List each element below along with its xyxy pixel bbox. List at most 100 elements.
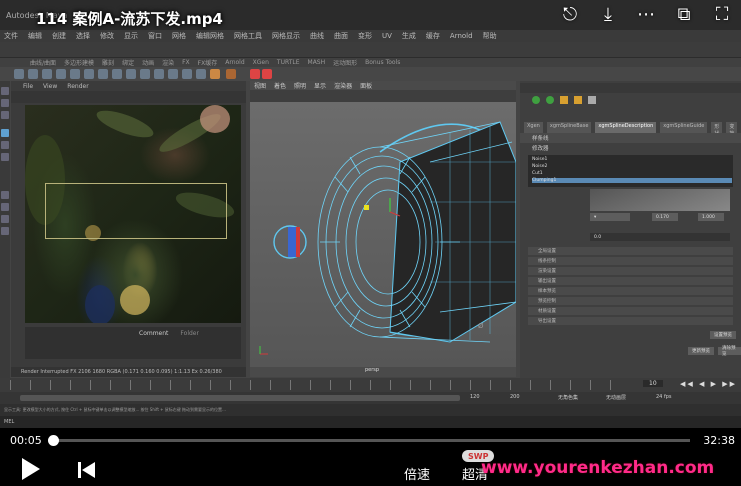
- cylinder-icon[interactable]: [84, 69, 94, 79]
- torus-icon[interactable]: [98, 69, 108, 79]
- menu-item[interactable]: 窗口: [148, 31, 162, 41]
- move-tool-icon[interactable]: [1, 129, 9, 137]
- menu-item[interactable]: 文件: [4, 31, 18, 41]
- curve-tool-icon[interactable]: [28, 69, 38, 79]
- loft-icon[interactable]: [126, 69, 136, 79]
- range-end-field[interactable]: 120: [470, 394, 480, 400]
- interactive-groom-icon[interactable]: [226, 69, 236, 79]
- range-total-field[interactable]: 200: [510, 394, 520, 400]
- collapsible-section[interactable]: 预览控制: [528, 297, 733, 305]
- collapsible-section[interactable]: 输出设置: [528, 277, 733, 285]
- fullscreen-icon[interactable]: ⛶: [711, 4, 733, 26]
- shelf-tab[interactable]: 多边形建模: [64, 58, 94, 67]
- mirror-icon[interactable]: [196, 69, 206, 79]
- ramp-curve[interactable]: [590, 189, 730, 211]
- menu-item[interactable]: 网格显示: [272, 31, 300, 41]
- tab-comment[interactable]: Comment: [139, 330, 168, 337]
- menu-item[interactable]: 编辑网格: [196, 31, 224, 41]
- lasso-tool-icon[interactable]: [1, 99, 9, 107]
- current-frame-field[interactable]: 10: [643, 380, 663, 387]
- collapsible-section[interactable]: 样本预览: [528, 287, 733, 295]
- shelf-tab[interactable]: Bonus Tools: [365, 59, 400, 66]
- tab-folder[interactable]: Folder: [180, 330, 199, 337]
- cube-icon[interactable]: [70, 69, 80, 79]
- time-slider[interactable]: 10 ◀◀ ◀ ▶ ▶▶: [0, 378, 741, 392]
- xgen-paint-icon[interactable]: [560, 96, 568, 104]
- progress-knob[interactable]: [48, 435, 60, 446]
- menu-item[interactable]: 网格工具: [234, 31, 262, 41]
- shelf-tab[interactable]: 渲染: [162, 58, 174, 67]
- collapsible-section[interactable]: 渲染设置: [528, 267, 733, 275]
- layout-stack-icon[interactable]: [1, 227, 9, 235]
- clear-preview-button[interactable]: 清除预览: [718, 346, 741, 357]
- collapsible-section[interactable]: 材质设置: [528, 307, 733, 315]
- collapsible-section[interactable]: 导出设置: [528, 317, 733, 325]
- select-tool-icon[interactable]: [1, 87, 9, 95]
- shelf-tab[interactable]: 曲线/曲面: [30, 58, 56, 67]
- menu-item[interactable]: 显示: [124, 31, 138, 41]
- character-set-dropdown[interactable]: 无角色集: [558, 394, 578, 401]
- progress-bar[interactable]: [48, 435, 690, 446]
- fps-dropdown[interactable]: 24 fps: [656, 394, 672, 400]
- shelf-tab[interactable]: 雕刻: [102, 58, 114, 67]
- menu-item[interactable]: 生成: [402, 31, 416, 41]
- menu-item[interactable]: 修改: [100, 31, 114, 41]
- move-pivot-icon[interactable]: [250, 69, 260, 79]
- menu-item[interactable]: 选择: [76, 31, 90, 41]
- layout-side-icon[interactable]: [1, 215, 9, 223]
- menu-item[interactable]: 编辑: [28, 31, 42, 41]
- play-icon[interactable]: [22, 458, 40, 480]
- scale-tool-icon[interactable]: [1, 153, 9, 161]
- combine-icon[interactable]: [168, 69, 178, 79]
- anim-layer-dropdown[interactable]: 无动画层: [606, 394, 626, 401]
- ramp-interp-dropdown[interactable]: ▾: [590, 213, 630, 221]
- menu-item[interactable]: 创建: [52, 31, 66, 41]
- pip-icon[interactable]: ⧉: [673, 4, 695, 26]
- share-icon[interactable]: ⎋: [559, 4, 581, 26]
- playback-controls[interactable]: ◀◀ ◀ ▶ ▶▶: [680, 380, 737, 388]
- list-item-selected[interactable]: Clumping1: [532, 178, 732, 183]
- shelf-tab[interactable]: MASH: [308, 59, 326, 66]
- shelf-tab[interactable]: FX缓存: [198, 58, 218, 67]
- setup-preview-button[interactable]: 设置预览: [710, 331, 736, 339]
- menu-item[interactable]: 曲面: [334, 31, 348, 41]
- render-menu-item[interactable]: View: [43, 83, 57, 90]
- download-icon[interactable]: ⤓: [597, 4, 619, 26]
- cv-curve-icon[interactable]: [42, 69, 52, 79]
- render-notes-area[interactable]: [25, 327, 241, 359]
- render-menu-item[interactable]: Render: [67, 83, 88, 90]
- xgen-green-icon[interactable]: [532, 96, 540, 104]
- menu-item[interactable]: 缓存: [426, 31, 440, 41]
- shelf-tab[interactable]: FX: [182, 59, 190, 66]
- wireframe-tube[interactable]: Ø: [250, 102, 516, 367]
- section-spline[interactable]: 样条线: [520, 133, 741, 143]
- range-bar[interactable]: [20, 395, 460, 401]
- curve-tool-icon[interactable]: [14, 69, 24, 79]
- rotate-tool-icon[interactable]: [1, 141, 9, 149]
- viewport-menu-item[interactable]: 面板: [360, 81, 372, 90]
- command-line[interactable]: MEL: [0, 416, 741, 428]
- density-field[interactable]: 0.0: [590, 233, 730, 241]
- menu-item[interactable]: 帮助: [483, 31, 497, 41]
- update-preview-button[interactable]: 更新预览: [688, 347, 714, 355]
- list-item[interactable]: Noise1: [532, 157, 732, 162]
- list-item[interactable]: Cut1: [532, 171, 732, 176]
- xgen-icon[interactable]: [210, 69, 220, 79]
- paint-select-icon[interactable]: [1, 111, 9, 119]
- xgen-green-icon[interactable]: [546, 96, 554, 104]
- viewport-menu-item[interactable]: 着色: [274, 81, 286, 90]
- sphere-icon[interactable]: [56, 69, 66, 79]
- viewport-menu-item[interactable]: 渲染器: [334, 81, 352, 90]
- collapsible-section[interactable]: 全局设置: [528, 247, 733, 255]
- shelf-tab[interactable]: 动画: [142, 58, 154, 67]
- range-slider[interactable]: 120 200 无角色集 无动画层 24 fps: [0, 392, 741, 404]
- menu-item[interactable]: Arnold: [450, 32, 473, 40]
- more-icon[interactable]: ⋯: [635, 4, 657, 26]
- list-item[interactable]: Noise2: [532, 164, 732, 169]
- menu-item[interactable]: UV: [382, 32, 392, 40]
- menu-item[interactable]: 变形: [358, 31, 372, 41]
- xgen-settings-icon[interactable]: [588, 96, 596, 104]
- viewport-menu-item[interactable]: 照明: [294, 81, 306, 90]
- collapsible-section[interactable]: 线条控制: [528, 257, 733, 265]
- viewport-menu-item[interactable]: 视图: [254, 81, 266, 90]
